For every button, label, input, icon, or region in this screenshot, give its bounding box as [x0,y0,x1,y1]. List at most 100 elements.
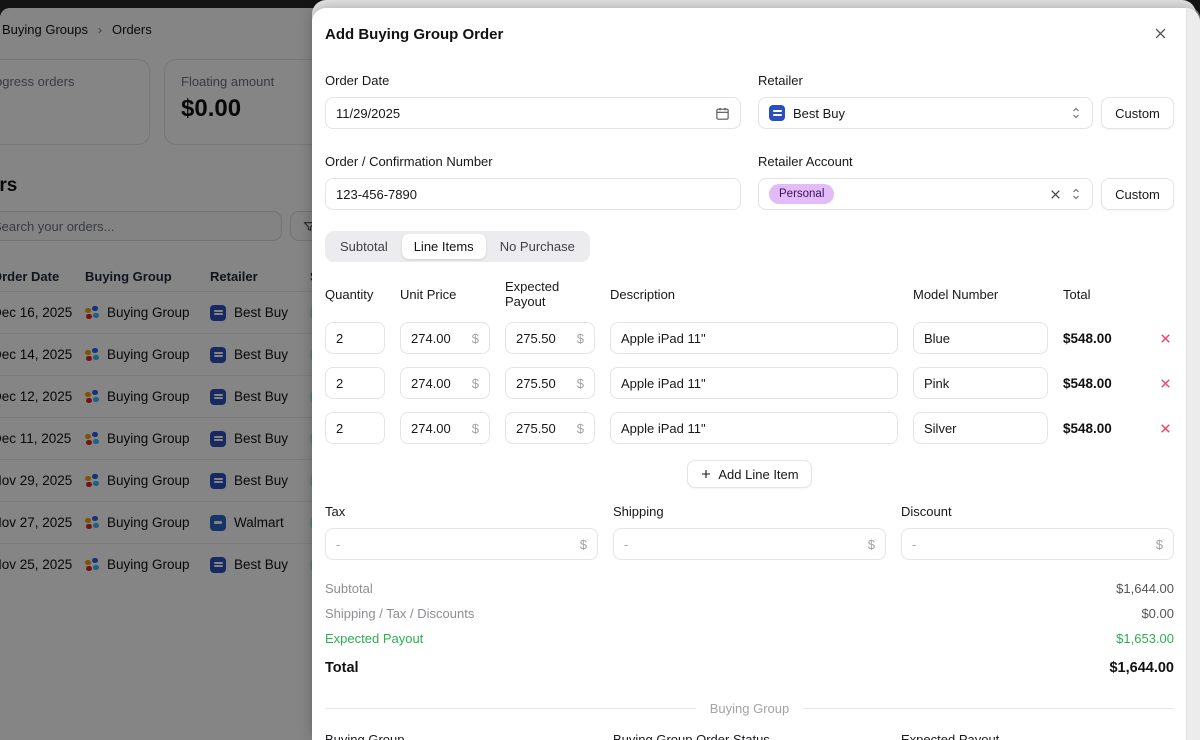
summary-value: $0.00 [1141,606,1174,621]
summary-row: Shipping / Tax / Discounts $0.00 [325,601,1174,626]
shipping-label: Shipping [613,504,886,519]
delete-line-item-button[interactable] [1156,332,1174,345]
unit-price-field[interactable]: $ [400,412,490,444]
chevron-updown-icon [1070,106,1082,120]
col-order-date: Order Date [0,269,85,284]
summary-value: $1,644.00 [1109,660,1174,676]
col-retailer: Retailer [210,269,310,284]
bestbuy-logo-icon [210,347,226,363]
model-number-input[interactable] [924,376,1037,391]
dollar-suffix: $ [868,537,875,552]
summary-label: Shipping / Tax / Discounts [325,606,474,621]
tab-subtotal[interactable]: Subtotal [328,234,400,259]
order-date-cell: Nov 25, 2025 [0,557,85,572]
expected-payout-field-input[interactable] [516,421,577,436]
description-field[interactable] [610,412,898,444]
bestbuy-logo-icon [210,389,226,405]
order-date-input[interactable] [336,106,715,121]
model-number-input[interactable] [924,421,1037,436]
col-quantity: Quantity [325,287,385,302]
line-items-header: Quantity Unit Price Expected Payout Desc… [325,279,1174,309]
order-date-cell: Nov 29, 2025 [0,473,85,488]
retailer-account-select[interactable]: Personal [758,178,1093,210]
model-number-field[interactable] [913,412,1048,444]
clear-icon[interactable] [1049,188,1062,201]
plus-icon [700,468,712,480]
confirmation-input[interactable] [336,187,730,202]
tab-line-items[interactable]: Line Items [402,234,486,259]
description-field[interactable] [610,322,898,354]
description-input[interactable] [621,331,887,346]
bestbuy-logo-icon [210,473,226,489]
col-description: Description [610,287,898,302]
shipping-field[interactable]: $ [613,528,886,560]
expected-payout-field[interactable]: $ [505,322,595,354]
line-total: $548.00 [1063,421,1141,436]
tab-no-purchase[interactable]: No Purchase [488,234,587,259]
account-custom-button[interactable]: Custom [1101,178,1174,210]
unit-price-field[interactable]: $ [400,322,490,354]
breadcrumb-current[interactable]: Orders [112,22,152,37]
expected-payout-field-input[interactable] [516,376,577,391]
buying-group-icon [85,306,99,320]
quantity-field[interactable] [325,322,385,354]
quantity-input[interactable] [336,331,374,346]
buying-group-cell: Buying Group [85,515,210,530]
breadcrumb-parent[interactable]: Buying Groups [2,22,88,37]
expected-payout-field[interactable]: $ [505,367,595,399]
quantity-field[interactable] [325,412,385,444]
bestbuy-logo-icon [769,105,785,121]
calendar-icon[interactable] [715,106,730,121]
unit-price-field[interactable]: $ [400,367,490,399]
tax-field[interactable]: $ [325,528,598,560]
walmart-logo-icon [210,515,226,531]
dollar-suffix: $ [580,537,587,552]
description-field[interactable] [610,367,898,399]
delete-line-item-button[interactable] [1156,422,1174,435]
retailer-cell: Best Buy [210,347,310,363]
unit-price-field-input[interactable] [411,376,472,391]
model-number-field[interactable] [913,322,1048,354]
line-item-row: $ $ $548.00 [325,412,1174,444]
search-input[interactable]: Search your orders... [0,211,282,241]
description-input[interactable] [621,376,887,391]
close-icon [1153,26,1168,41]
quantity-field[interactable] [325,367,385,399]
buying-group-cell: Buying Group [85,389,210,404]
discount-field[interactable]: $ [901,528,1174,560]
line-item-row: $$$548.00 [325,367,1174,399]
quantity-input[interactable] [336,421,374,436]
model-number-input[interactable] [924,331,1037,346]
shipping-input[interactable] [624,537,868,552]
bestbuy-logo-icon [210,557,226,573]
retailer-custom-button[interactable]: Custom [1101,97,1174,129]
dollar-suffix: $ [577,421,584,436]
bestbuy-logo-icon [210,305,226,321]
breadcrumb-separator-icon: › [98,23,102,37]
search-placeholder: Search your orders... [0,219,114,234]
buying-group-cell: Buying Group [85,431,210,446]
col-expected-payout: Expected Payout [505,279,595,309]
tax-input[interactable] [336,537,580,552]
expected-payout-field-input[interactable] [516,331,577,346]
retailer-select[interactable]: Best Buy [758,97,1093,129]
line-item-row: $$$548.00 [325,322,1174,354]
close-button[interactable] [1147,20,1174,50]
delete-line-item-button[interactable] [1156,377,1174,390]
expected-payout-field[interactable]: $ [505,412,595,444]
confirmation-field[interactable] [325,178,741,210]
unit-price-field-input[interactable] [411,331,472,346]
expected-payout-label: Expected Payout [901,732,1174,740]
retailer-account-label: Retailer Account [758,154,1174,169]
unit-price-field-input[interactable] [411,421,472,436]
discount-input[interactable] [912,537,1156,552]
quantity-input[interactable] [336,376,374,391]
order-date-cell: Dec 12, 2025 [0,389,85,404]
add-line-item-button[interactable]: Add Line Item [687,460,811,488]
delete-x-icon [1159,377,1172,390]
model-number-field[interactable] [913,367,1048,399]
description-input[interactable] [621,421,887,436]
buying-group-icon [85,516,99,530]
section-divider-label: Buying Group [710,701,790,716]
order-date-field[interactable] [325,97,741,129]
